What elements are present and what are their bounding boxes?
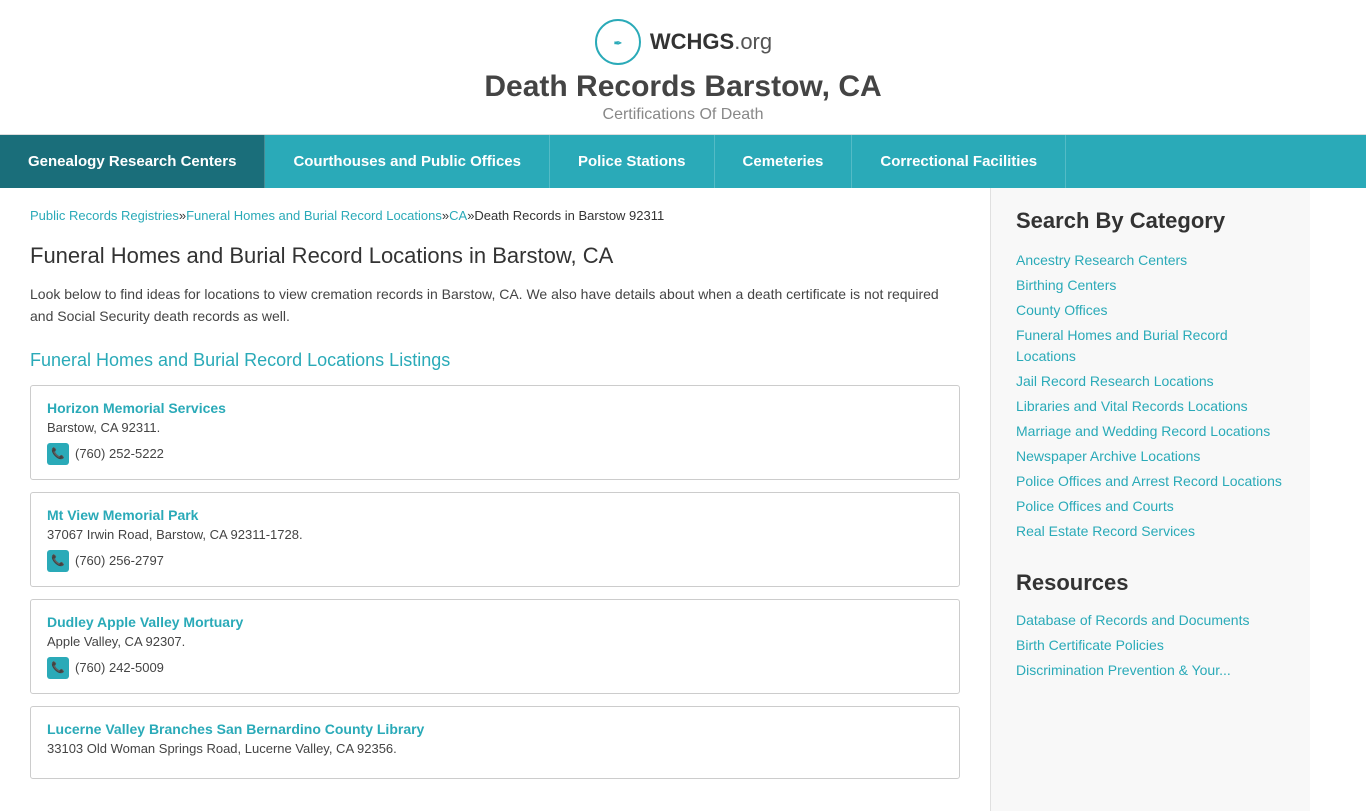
listing-phone-1: 📞 (760) 256-2797 xyxy=(47,550,943,572)
listing-phone-2: 📞 (760) 242-5009 xyxy=(47,657,943,679)
svg-text:✒: ✒ xyxy=(614,39,622,50)
main-nav: Genealogy Research CentersCourthouses an… xyxy=(0,135,1366,188)
site-name-text: WCHGS.org xyxy=(650,29,772,55)
breadcrumb-link-1[interactable]: Funeral Homes and Burial Record Location… xyxy=(186,208,442,223)
sidebar-category-link-0[interactable]: Ancestry Research Centers xyxy=(1016,250,1285,271)
phone-icon-2: 📞 xyxy=(47,657,69,679)
sidebar-category-link-4[interactable]: Jail Record Research Locations xyxy=(1016,371,1285,392)
main-description: Look below to find ideas for locations t… xyxy=(30,283,960,328)
page-title: Death Records Barstow, CA xyxy=(484,70,881,104)
listing-phone-0: 📞 (760) 252-5222 xyxy=(47,443,943,465)
resource-links: Database of Records and Documents Birth C… xyxy=(1016,610,1285,681)
listing-name-2[interactable]: Dudley Apple Valley Mortuary xyxy=(47,614,243,630)
main-content: Public Records Registries»Funeral Homes … xyxy=(0,188,990,811)
listing-card-1: Mt View Memorial Park 37067 Irwin Road, B… xyxy=(30,492,960,587)
nav-item-1[interactable]: Courthouses and Public Offices xyxy=(265,135,550,188)
breadcrumb-current: Death Records in Barstow 92311 xyxy=(474,208,664,223)
nav-item-2[interactable]: Police Stations xyxy=(550,135,715,188)
nav-item-0[interactable]: Genealogy Research Centers xyxy=(0,135,265,188)
breadcrumb: Public Records Registries»Funeral Homes … xyxy=(30,208,960,223)
main-heading: Funeral Homes and Burial Record Location… xyxy=(30,243,960,269)
breadcrumb-link-2[interactable]: CA xyxy=(449,208,467,223)
site-name-suffix: .org xyxy=(734,29,772,54)
sidebar-category-link-8[interactable]: Police Offices and Arrest Record Locatio… xyxy=(1016,471,1285,492)
phone-icon-0: 📞 xyxy=(47,443,69,465)
sidebar-resource-link-2[interactable]: Discrimination Prevention & Your... xyxy=(1016,660,1285,681)
listing-card-0: Horizon Memorial Services Barstow, CA 923… xyxy=(30,385,960,480)
listing-address-2: Apple Valley, CA 92307. xyxy=(47,634,943,649)
sidebar-category-link-2[interactable]: County Offices xyxy=(1016,300,1285,321)
resources-title: Resources xyxy=(1016,570,1285,596)
listing-name-1[interactable]: Mt View Memorial Park xyxy=(47,507,198,523)
listing-address-0: Barstow, CA 92311. xyxy=(47,420,943,435)
site-name: WCHGS xyxy=(650,29,734,54)
phone-icon-1: 📞 xyxy=(47,550,69,572)
listing-address-1: 37067 Irwin Road, Barstow, CA 92311-1728… xyxy=(47,527,943,542)
sidebar-category-link-5[interactable]: Libraries and Vital Records Locations xyxy=(1016,396,1285,417)
sidebar-category-link-1[interactable]: Birthing Centers xyxy=(1016,275,1285,296)
sidebar-category-link-9[interactable]: Police Offices and Courts xyxy=(1016,496,1285,517)
sidebar-category-link-6[interactable]: Marriage and Wedding Record Locations xyxy=(1016,421,1285,442)
listings-heading[interactable]: Funeral Homes and Burial Record Location… xyxy=(30,350,960,371)
listing-phone-number-2: (760) 242-5009 xyxy=(75,660,164,675)
sidebar-category-link-7[interactable]: Newspaper Archive Locations xyxy=(1016,446,1285,467)
listings-container: Horizon Memorial Services Barstow, CA 923… xyxy=(30,385,960,779)
nav-item-3[interactable]: Cemeteries xyxy=(715,135,853,188)
breadcrumb-link-0[interactable]: Public Records Registries xyxy=(30,208,179,223)
listing-phone-number-1: (760) 256-2797 xyxy=(75,553,164,568)
sidebar-resource-link-0[interactable]: Database of Records and Documents xyxy=(1016,610,1285,631)
page-subtitle: Certifications Of Death xyxy=(603,106,764,124)
sidebar-category-link-3[interactable]: Funeral Homes and Burial Record Location… xyxy=(1016,325,1285,367)
sidebar-category-link-10[interactable]: Real Estate Record Services xyxy=(1016,521,1285,542)
sidebar-search-category-title: Search By Category xyxy=(1016,208,1285,234)
listing-name-3[interactable]: Lucerne Valley Branches San Bernardino C… xyxy=(47,721,424,737)
nav-item-4[interactable]: Correctional Facilities xyxy=(852,135,1066,188)
logo-icon: ✒ xyxy=(594,18,642,66)
sidebar-resource-link-1[interactable]: Birth Certificate Policies xyxy=(1016,635,1285,656)
listing-card-2: Dudley Apple Valley Mortuary Apple Valley… xyxy=(30,599,960,694)
listing-address-3: 33103 Old Woman Springs Road, Lucerne Va… xyxy=(47,741,943,756)
listing-name-0[interactable]: Horizon Memorial Services xyxy=(47,400,226,416)
header: ✒ WCHGS.org Death Records Barstow, CA Ce… xyxy=(0,0,1366,135)
main-layout: Public Records Registries»Funeral Homes … xyxy=(0,188,1366,811)
category-links: Ancestry Research Centers Birthing Center… xyxy=(1016,250,1285,542)
logo-area: ✒ WCHGS.org xyxy=(594,18,772,66)
listing-phone-number-0: (760) 252-5222 xyxy=(75,446,164,461)
breadcrumb-separator: » xyxy=(179,208,186,223)
sidebar: Search By Category Ancestry Research Cen… xyxy=(990,188,1310,811)
